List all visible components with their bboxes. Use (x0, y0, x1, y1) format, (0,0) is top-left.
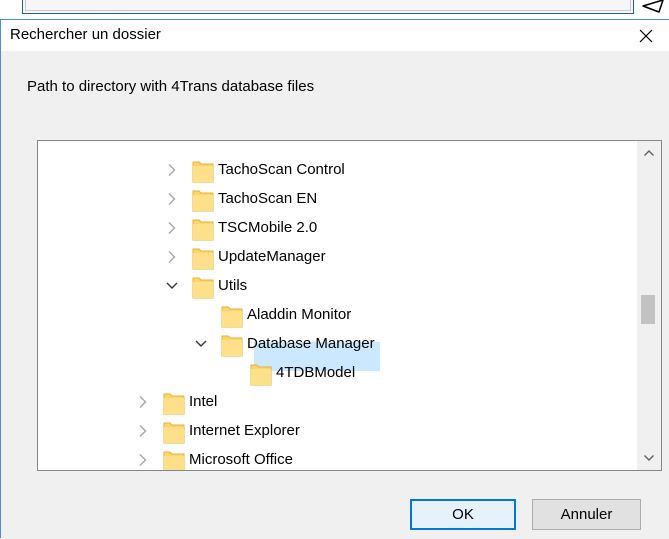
scroll-down-button[interactable] (637, 446, 661, 470)
chevron-right-icon[interactable] (164, 249, 180, 265)
chevron-right-icon[interactable] (135, 452, 151, 468)
folder-icon (221, 335, 243, 357)
tree-item-label: 4TDBModel (276, 364, 356, 381)
tree-item-label: TachoScan Control (218, 161, 345, 178)
tree-item-label: Utils (218, 277, 248, 294)
chevron-right-icon[interactable] (164, 220, 180, 236)
tree-item[interactable]: Internet Explorer (38, 417, 636, 446)
close-icon (639, 29, 653, 42)
folder-icon (163, 393, 185, 415)
parent-window-strip (0, 0, 669, 19)
cursor-arrow-icon (642, 0, 664, 13)
tree-item-label: TachoScan EN (218, 190, 318, 207)
dialog-description: Path to directory with 4Trans database f… (27, 78, 315, 95)
vertical-scrollbar[interactable] (637, 141, 661, 470)
tree-item-label: UpdateManager (218, 248, 326, 265)
tree-item[interactable]: TSCMobile 2.0 (38, 214, 636, 243)
cancel-button[interactable]: Annuler (532, 499, 641, 530)
folder-icon (192, 248, 214, 270)
folder-icon (221, 306, 243, 328)
folder-tree-view[interactable]: TachoScan Control TachoScan EN TSCMobile 2… (37, 140, 662, 471)
chevron-up-icon (644, 150, 654, 156)
tree-item-label: TSCMobile 2.0 (218, 219, 318, 236)
browse-folder-dialog: Rechercher un dossier Path to directory … (0, 19, 669, 539)
tree-item[interactable]: Microsoft Office (38, 446, 636, 470)
chevron-right-icon[interactable] (164, 191, 180, 207)
chevron-right-icon[interactable] (135, 423, 151, 439)
tree-item[interactable]: Aladdin Monitor (38, 301, 636, 330)
folder-icon (163, 422, 185, 444)
tree-item-label: Database Manager (247, 335, 375, 352)
tree-item-label: Internet Explorer (189, 422, 300, 439)
chevron-right-icon[interactable] (135, 394, 151, 410)
tree-item[interactable]: Intel (38, 388, 636, 417)
chevron-down-icon[interactable] (164, 278, 180, 294)
parent-path-field (22, 0, 634, 14)
folder-icon (250, 364, 272, 386)
scroll-up-button[interactable] (637, 141, 661, 165)
tree-item[interactable]: UpdateManager (38, 243, 636, 272)
tree-item-label: Intel (189, 393, 218, 410)
chevron-right-icon[interactable] (164, 162, 180, 178)
folder-icon (192, 161, 214, 183)
folder-icon (163, 451, 185, 470)
folder-icon (192, 219, 214, 241)
tree-item-label: Microsoft Office (189, 451, 293, 468)
chevron-down-icon[interactable] (193, 336, 209, 352)
tree-item[interactable]: 4TDBModel (38, 359, 636, 388)
close-button[interactable] (623, 20, 669, 51)
folder-icon (192, 277, 214, 299)
scroll-thumb[interactable] (641, 295, 655, 324)
tree-item[interactable]: Database Manager (38, 330, 636, 359)
tree-item[interactable]: TachoScan Control (38, 156, 636, 185)
tree-item[interactable]: Utils (38, 272, 636, 301)
dialog-body: Path to directory with 4Trans database f… (1, 51, 669, 539)
title-bar: Rechercher un dossier (1, 20, 669, 51)
ok-button[interactable]: OK (410, 499, 516, 530)
chevron-down-icon (644, 455, 654, 461)
tree-item-label: Aladdin Monitor (247, 306, 352, 323)
tree-item[interactable]: TachoScan EN (38, 185, 636, 214)
dialog-title: Rechercher un dossier (10, 26, 161, 43)
folder-icon (192, 190, 214, 212)
